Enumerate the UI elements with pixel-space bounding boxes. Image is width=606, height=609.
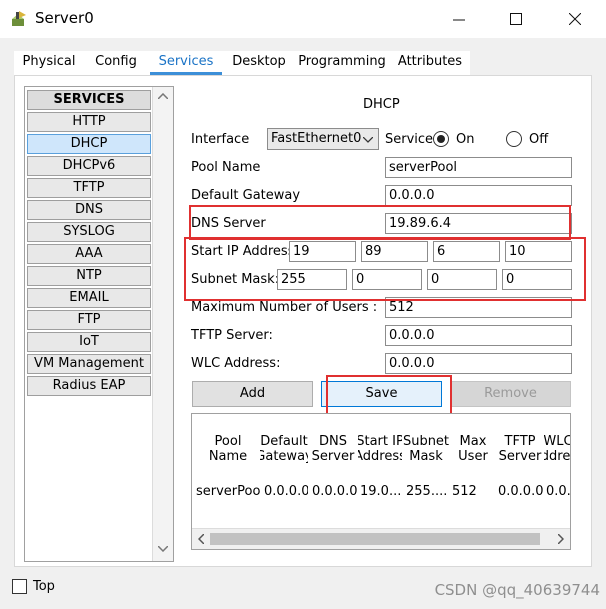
service-label: Service — [385, 132, 434, 147]
maximize-icon — [510, 13, 522, 25]
service-on-label: On — [456, 132, 475, 147]
services-header: SERVICES — [27, 90, 151, 110]
wlc-address-input[interactable]: 0.0.0.0 — [385, 353, 572, 374]
table-cell-default-gateway: 0.0.0.0 — [264, 484, 308, 499]
service-email[interactable]: EMAIL — [27, 288, 151, 308]
service-syslog[interactable]: SYSLOG — [27, 222, 151, 242]
top-checkbox[interactable] — [12, 579, 27, 594]
tab-config[interactable]: Config — [84, 51, 148, 75]
top-checkbox-label: Top — [33, 579, 55, 594]
tftp-server-label: TFTP Server: — [191, 328, 273, 343]
window-title: Server0 — [35, 9, 94, 27]
services-scrollbar[interactable] — [152, 87, 173, 561]
service-tftp[interactable]: TFTP — [27, 178, 151, 198]
service-dhcpv6[interactable]: DHCPv6 — [27, 156, 151, 176]
tab-bar: Physical Config Services Desktop Program… — [14, 51, 470, 75]
dhcp-title: DHCP — [363, 97, 400, 112]
service-off-label: Off — [529, 132, 549, 147]
watermark: CSDN @qq_40639744 — [434, 581, 600, 599]
table-cell-wlc-address: 0.0.0 — [546, 484, 571, 499]
service-dhcp[interactable]: DHCP — [27, 134, 151, 154]
pool-name-label: Pool Name — [191, 160, 261, 175]
column-header-wlc-address: WLC Address — [544, 434, 571, 464]
scroll-down-icon[interactable] — [158, 546, 168, 552]
scroll-up-icon[interactable] — [158, 93, 168, 99]
service-vm-management[interactable]: VM Management — [27, 354, 151, 374]
interface-select-value: FastEthernet0 — [271, 131, 362, 146]
scroll-left-icon[interactable] — [198, 534, 204, 544]
column-header-dns-server: DNS Server — [311, 434, 355, 464]
column-header-tftp-server: TFTP Server — [498, 434, 542, 464]
service-ftp[interactable]: FTP — [27, 310, 151, 330]
pool-table-hscrollbar[interactable] — [192, 528, 570, 549]
wlc-address-label: WLC Address: — [191, 356, 281, 371]
table-cell-pool-name: serverPool — [196, 484, 260, 499]
table-cell-subnet-mask: 255.... — [406, 484, 448, 499]
pool-name-input[interactable]: serverPool — [385, 157, 572, 178]
service-radius-eap[interactable]: Radius EAP — [27, 376, 151, 396]
title-bar: Server0 — [0, 0, 606, 38]
tab-programming[interactable]: Programming — [294, 51, 390, 75]
table-cell-dns-server: 0.0.0.0 — [312, 484, 358, 499]
chevron-down-icon — [363, 137, 373, 143]
ip-mask-highlight-box — [184, 237, 586, 301]
maximize-button[interactable] — [493, 0, 539, 38]
table-cell-tftp-server: 0.0.0.0 — [498, 484, 544, 499]
tftp-server-input[interactable]: 0.0.0.0 — [385, 325, 572, 346]
tab-desktop[interactable]: Desktop — [224, 51, 294, 75]
tab-services[interactable]: Services — [148, 51, 224, 75]
service-aaa[interactable]: AAA — [27, 244, 151, 264]
service-http[interactable]: HTTP — [27, 112, 151, 132]
default-gateway-input[interactable]: 0.0.0.0 — [385, 185, 572, 206]
column-header-start-ip: Start IP Address — [358, 434, 402, 464]
table-cell-max-user: 512 — [452, 484, 477, 499]
interface-label: Interface — [191, 132, 250, 147]
close-button[interactable] — [552, 0, 598, 38]
max-users-label: Maximum Number of Users : — [191, 300, 378, 315]
dns-highlight-box — [189, 205, 571, 240]
minimize-icon — [453, 19, 465, 21]
column-header-default-gateway: Default Gateway — [260, 434, 308, 464]
service-off-radio[interactable] — [506, 131, 522, 147]
server-app-icon — [12, 11, 26, 26]
column-header-subnet-mask: Subnet Mask — [402, 434, 450, 464]
tab-physical[interactable]: Physical — [14, 51, 84, 75]
table-cell-start-ip: 19.0... — [360, 484, 402, 499]
service-dns[interactable]: DNS — [27, 200, 151, 220]
service-on-radio[interactable] — [433, 131, 449, 147]
minimize-button[interactable] — [436, 0, 482, 38]
default-gateway-label: Default Gateway — [191, 188, 301, 203]
column-header-pool-name: Pool Name — [208, 434, 248, 464]
tab-attributes[interactable]: Attributes — [390, 51, 470, 75]
add-button[interactable]: Add — [192, 381, 313, 407]
column-header-max-user: Max User — [458, 434, 488, 464]
service-ntp[interactable]: NTP — [27, 266, 151, 286]
close-icon — [569, 13, 581, 25]
service-iot[interactable]: IoT — [27, 332, 151, 352]
pool-table-scroll-thumb[interactable] — [210, 533, 540, 545]
interface-select[interactable]: FastEthernet0 — [267, 128, 379, 150]
save-highlight-box — [326, 375, 452, 417]
scroll-right-icon[interactable] — [558, 534, 564, 544]
remove-button[interactable]: Remove — [450, 381, 571, 407]
